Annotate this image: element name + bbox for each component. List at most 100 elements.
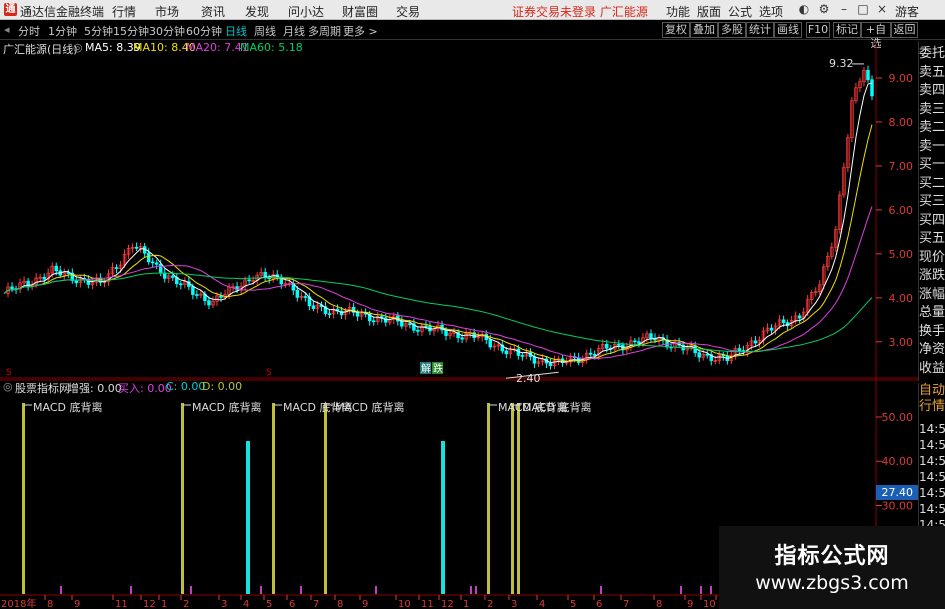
- collapse-icon[interactable]: ◂: [4, 23, 10, 36]
- candle-body: [54, 265, 58, 272]
- menu-layout[interactable]: 版面: [697, 3, 721, 20]
- time-tick-label: 10: [398, 599, 411, 609]
- watermark-url: www.zbgs3.com: [755, 572, 909, 594]
- trade-login-warning[interactable]: 证券交易未登录 广汇能源: [512, 3, 648, 20]
- period-1min[interactable]: 1分钟: [48, 23, 77, 39]
- f10-button[interactable]: F10: [806, 22, 830, 38]
- overlay-button[interactable]: 叠加: [690, 22, 718, 38]
- ma60-line: [3, 272, 873, 353]
- candle-body: [154, 262, 159, 265]
- mark-button[interactable]: 标记: [833, 22, 861, 38]
- macd-signal-bar: [324, 403, 327, 594]
- period-daily[interactable]: 日线: [225, 23, 247, 39]
- back-button[interactable]: 返回: [891, 22, 918, 38]
- period-more[interactable]: 更多 >: [343, 23, 378, 39]
- settings-icon[interactable]: ⚙: [817, 2, 831, 16]
- ind-tick-label: 40.00: [882, 455, 914, 468]
- macd-signal-label: MACD 底背离: [522, 400, 591, 414]
- minor-signal: [260, 586, 262, 594]
- multi-stock-button[interactable]: 多股: [718, 22, 746, 38]
- candle-body: [520, 355, 525, 357]
- time-tick-label: 8: [47, 599, 53, 609]
- tick-time: 14:5: [919, 438, 945, 452]
- candle-body: [737, 348, 742, 351]
- adjust-button[interactable]: 复权: [662, 22, 690, 38]
- candle-body: [769, 327, 774, 331]
- order-row-label: 换手: [919, 323, 945, 339]
- guest-button[interactable]: 游客: [895, 3, 919, 20]
- time-tick-label: 10: [703, 599, 716, 609]
- stats-button[interactable]: 统计: [746, 22, 774, 38]
- candle-body: [781, 319, 786, 323]
- period-15min[interactable]: 15分钟: [113, 23, 149, 39]
- price-tick-label: 6.00: [889, 204, 914, 217]
- menu-assistant[interactable]: 问小达: [288, 3, 324, 20]
- order-book-panel: 委托 卖五 卖四 卖三 卖二 卖一 买一 买二 买三 买四 买五 现价 涨跌 涨幅 总量 换手 净资 收益: [918, 41, 945, 381]
- candle-body: [797, 315, 802, 319]
- macd-signal-bar: [511, 403, 514, 594]
- ma-toggle-icon[interactable]: ◎: [73, 41, 83, 54]
- period-multi[interactable]: 多周期: [308, 23, 341, 39]
- tick-time: 14:5: [919, 486, 945, 500]
- indicator-name[interactable]: 股票指标网: [15, 380, 70, 396]
- candle-body: [416, 329, 420, 332]
- menu-wealth[interactable]: 财富圈: [342, 3, 378, 20]
- menu-quotes[interactable]: 行情: [112, 3, 136, 20]
- tick-time: 14:5: [919, 422, 945, 436]
- close-icon[interactable]: ×: [875, 2, 889, 16]
- time-tick-label: 2018年: [1, 597, 36, 609]
- candle-body: [705, 353, 709, 356]
- candle-body: [504, 350, 509, 355]
- tick-time: 14:5: [919, 470, 945, 484]
- period-monthly[interactable]: 月线: [283, 23, 305, 39]
- price-tick-label: 7.00: [889, 160, 914, 173]
- indicator-toggle-icon[interactable]: ◎: [3, 380, 13, 393]
- time-tick-label: 12: [441, 599, 454, 609]
- candle-body: [134, 246, 139, 249]
- period-60min[interactable]: 60分钟: [186, 23, 222, 39]
- menu-formula[interactable]: 公式: [728, 3, 752, 20]
- order-row-label: 涨跌: [919, 268, 945, 283]
- s-marker: S: [6, 368, 12, 378]
- time-tick-label: 4: [539, 599, 545, 609]
- candle-body: [488, 339, 492, 348]
- menu-discover[interactable]: 发现: [245, 3, 269, 20]
- app-name: 通达信金融终端: [20, 5, 105, 19]
- kline-chart[interactable]: 9.32 2.40 解 跌 S S 9.00 8.00 7.00 6.00 5.00 4.00 3.0…: [0, 41, 918, 609]
- order-row-label: 净资: [919, 342, 945, 357]
- order-row-label: 总量: [919, 305, 945, 320]
- app-logo-icon: 通: [4, 3, 17, 16]
- order-row-label: 涨幅: [919, 286, 945, 302]
- draw-line-button[interactable]: 画线: [774, 22, 802, 38]
- add-watchlist-button[interactable]: +自选: [861, 22, 891, 50]
- price-tick-label: 8.00: [889, 116, 914, 129]
- menu-trade[interactable]: 交易: [396, 3, 420, 20]
- candle-body: [460, 337, 464, 340]
- time-tick-label: 8: [656, 599, 662, 609]
- minor-signal: [680, 586, 682, 594]
- buy-signal-bar: [246, 441, 250, 594]
- macd-signal-label: MACD 底背离: [335, 400, 404, 414]
- menu-market[interactable]: 市场: [155, 3, 179, 20]
- menu-news[interactable]: 资讯: [201, 3, 225, 20]
- indicator-zengqiang: 增强: 0.00: [68, 382, 122, 395]
- chart-title: 广汇能源(日线): [3, 43, 78, 56]
- order-row-label: 卖三: [919, 101, 945, 117]
- candle-body: [191, 286, 195, 295]
- period-5min[interactable]: 5分钟: [84, 23, 113, 39]
- time-tick-label: 6: [289, 599, 295, 609]
- candle-body: [171, 275, 175, 278]
- period-timeshare[interactable]: 分时: [18, 23, 40, 39]
- auto-quote-title[interactable]: 自动行情: [919, 383, 945, 415]
- candle-body: [424, 325, 428, 328]
- minimize-icon[interactable]: –: [837, 2, 851, 16]
- skin-icon[interactable]: ◐: [797, 2, 811, 16]
- menu-function[interactable]: 功能: [666, 3, 690, 20]
- order-row-label: 收益: [919, 360, 945, 376]
- maximize-icon[interactable]: □: [856, 2, 870, 16]
- period-weekly[interactable]: 周线: [254, 23, 276, 39]
- menu-options[interactable]: 选项: [759, 3, 783, 20]
- order-row-label: 现价: [919, 249, 945, 265]
- period-30min[interactable]: 30分钟: [149, 23, 185, 39]
- candle-body: [588, 352, 593, 355]
